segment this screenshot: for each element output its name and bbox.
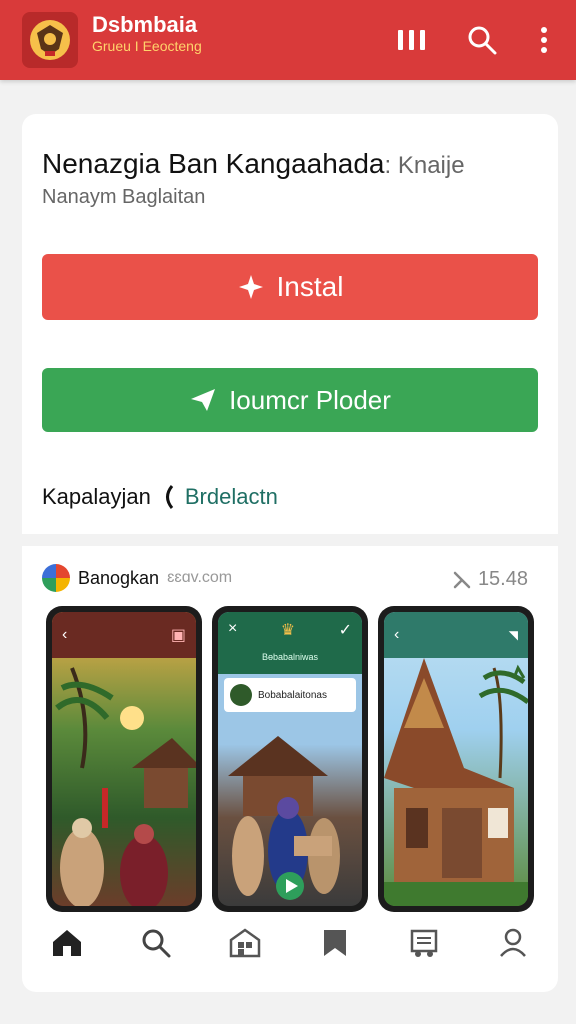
developer-row[interactable]: Banogkan ɛɛɑv.com xyxy=(42,564,232,592)
traditional-house-illustration xyxy=(384,658,528,906)
more-vertical-icon[interactable] xyxy=(526,22,562,58)
flag-icon: ▣ xyxy=(170,627,186,644)
screenshot-1[interactable]: ‹ ▣ xyxy=(46,606,202,912)
screenshot-2-image: × ♛ ✓ Bɵbabalniwas Bobabalaitonas xyxy=(218,612,362,906)
profile-icon[interactable] xyxy=(493,923,533,963)
category-label: Kapalayjan xyxy=(42,484,151,509)
secondary-action-button[interactable]: Ioumcr Ploder xyxy=(42,368,538,432)
brand-title: Dsbmbaia xyxy=(92,12,198,37)
screenshot-3-header: ‹ ◥ xyxy=(384,612,528,658)
send-icon xyxy=(191,389,216,411)
apps-icon[interactable] xyxy=(225,923,265,963)
secondary-action-label: Ioumcr Ploder xyxy=(229,384,391,415)
emblem-icon: ♛ xyxy=(280,622,296,639)
screenshot-2-card: Bobabalaitonas xyxy=(224,678,356,712)
bookmark-icon[interactable] xyxy=(315,923,355,963)
screenshot-2[interactable]: × ♛ ✓ Bɵbabalniwas Bobabalaitonas xyxy=(212,606,368,912)
wifi-icon: ◥ xyxy=(508,628,518,642)
back-icon: ‹ xyxy=(62,626,68,643)
home-icon[interactable] xyxy=(47,923,87,963)
screenshot-1-image: ‹ ▣ xyxy=(52,612,196,906)
app-title-suffix: : Knaije xyxy=(384,152,465,179)
app-title-main: Nenazgia Ban Kangaahada xyxy=(42,148,385,179)
bracket-icon xyxy=(165,485,174,509)
back-icon: ‹ xyxy=(394,626,400,643)
brand-subtitle: Grueu I Eeocteng xyxy=(92,38,202,54)
library-icon[interactable] xyxy=(404,923,444,963)
category-link[interactable]: Brdelactn xyxy=(185,484,278,510)
screenshot-2-card-title: Bobabalaitonas xyxy=(258,689,327,701)
install-button[interactable]: Instal xyxy=(42,254,538,320)
card-thumb-icon xyxy=(230,684,252,706)
developer-url: ɛɛɑv.com xyxy=(167,569,233,586)
columns-icon[interactable] xyxy=(394,22,430,58)
bottom-navigation xyxy=(22,918,558,968)
search-icon[interactable] xyxy=(464,22,500,58)
search-icon[interactable] xyxy=(136,923,176,963)
top-app-bar: Dsbmbaia Grueu I Eeocteng xyxy=(0,0,576,80)
pin-icon xyxy=(453,571,471,588)
close-icon: × xyxy=(228,620,238,637)
screenshot-2-header: × ♛ ✓ xyxy=(218,612,362,674)
app-title: Nenazgia Ban Kangaahada: Knaije xyxy=(42,148,465,180)
size-info: 15.48 xyxy=(452,568,528,591)
size-value: 15.48 xyxy=(477,568,528,590)
category-row: Kapalayjan Brdelactn xyxy=(42,484,278,510)
app-subtitle: Nanaym Baglaitan xyxy=(42,186,206,208)
check-icon: ✓ xyxy=(338,622,352,639)
developer-name: Banogkan xyxy=(78,567,160,588)
screenshot-3[interactable]: ‹ ◥ xyxy=(378,606,534,912)
install-label: Instal xyxy=(276,271,344,302)
screenshot-3-image: ‹ ◥ xyxy=(384,612,528,906)
sparkle-icon xyxy=(238,275,263,299)
developer-avatar xyxy=(42,564,70,592)
app-logo-icon xyxy=(22,12,78,68)
screenshot-2-header-text: Bɵbabalniwas xyxy=(261,652,319,662)
villagers-illustration xyxy=(228,736,340,900)
app-info-card: Nenazgia Ban Kangaahada: Knaije Nanaym B… xyxy=(22,114,558,534)
sunset-village-illustration xyxy=(55,667,196,906)
screenshot-1-header: ‹ ▣ xyxy=(52,612,196,658)
